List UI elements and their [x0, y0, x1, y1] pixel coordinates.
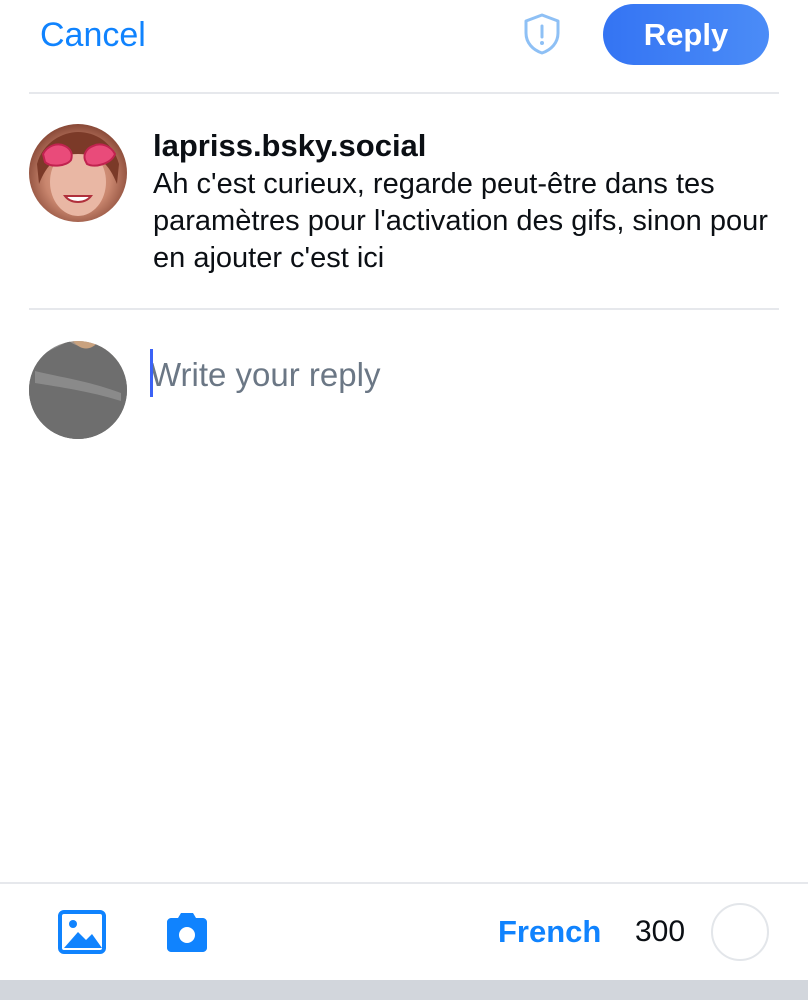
- composer-header: Cancel Reply: [0, 0, 808, 92]
- post-divider: [29, 308, 779, 310]
- camera-icon[interactable]: [163, 910, 211, 954]
- character-count: 300: [635, 915, 686, 948]
- user-avatar: [29, 341, 127, 439]
- reply-composer-screen: Cancel Reply lapriss.bsky.social Ah c'es…: [0, 0, 808, 1000]
- parent-post-handle[interactable]: lapriss.bsky.social: [153, 128, 426, 164]
- language-selector[interactable]: French: [498, 914, 601, 950]
- image-icon[interactable]: [58, 910, 106, 954]
- header-divider: [29, 92, 779, 94]
- parent-post-text: Ah c'est curieux, regarde peut-être dans…: [153, 168, 768, 274]
- parent-author-avatar[interactable]: [29, 124, 127, 222]
- cancel-button[interactable]: Cancel: [40, 14, 146, 56]
- text-cursor: [150, 349, 153, 397]
- toolbar-divider: [0, 882, 808, 884]
- reply-input[interactable]: [150, 349, 770, 401]
- shield-icon[interactable]: [519, 11, 565, 57]
- keyboard-edge: [0, 980, 808, 1000]
- character-limit-ring: [711, 903, 769, 961]
- reply-button[interactable]: Reply: [603, 4, 769, 65]
